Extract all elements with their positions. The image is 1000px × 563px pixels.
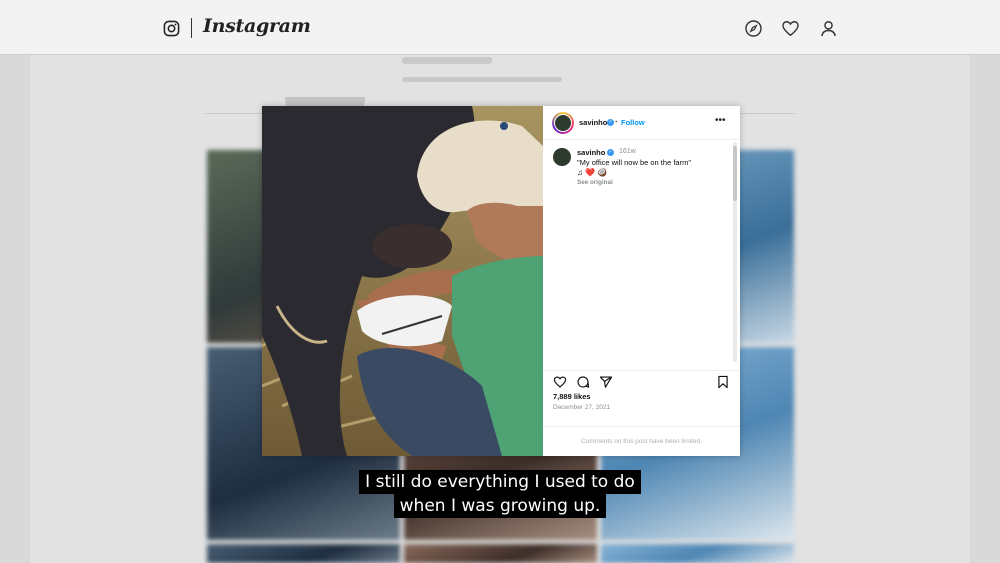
grid-post-tile[interactable] bbox=[601, 544, 794, 563]
subtitle-text: I still do everything I used to do bbox=[359, 470, 641, 494]
comment-icon[interactable] bbox=[576, 375, 590, 389]
heart-icon[interactable] bbox=[781, 19, 800, 38]
like-heart-icon[interactable] bbox=[553, 375, 567, 389]
share-icon[interactable] bbox=[599, 375, 613, 389]
grid-post-tile[interactable] bbox=[404, 544, 597, 563]
header-separator: • bbox=[615, 117, 618, 126]
top-nav-bar: Instagram bbox=[0, 0, 1000, 55]
author-avatar[interactable] bbox=[552, 112, 574, 134]
save-bookmark-icon[interactable] bbox=[716, 375, 730, 389]
verified-badge-icon: ✓ bbox=[607, 119, 614, 126]
explore-icon[interactable] bbox=[744, 19, 763, 38]
logo-divider bbox=[191, 18, 192, 38]
follow-button[interactable]: Follow bbox=[621, 118, 645, 127]
faded-text-line bbox=[402, 57, 492, 64]
post-sidebar: savinho ✓ • Follow ••• savinho ✓ 161w "M… bbox=[543, 106, 740, 456]
avatar-image bbox=[554, 114, 572, 132]
scrollbar-thumb[interactable] bbox=[733, 146, 737, 201]
instagram-wordmark[interactable]: Instagram bbox=[203, 15, 311, 37]
likes-count[interactable]: 7,889 likes bbox=[553, 392, 591, 401]
caption-time-ago: 161w bbox=[619, 148, 636, 155]
caption-emojis: ♫ ❤️ 🥥 bbox=[577, 168, 608, 177]
farm-milking-photo bbox=[262, 106, 543, 456]
faded-text-line bbox=[402, 77, 562, 82]
post-date: December 27, 2021 bbox=[553, 404, 611, 411]
post-actions-bar bbox=[543, 370, 740, 390]
subtitle-text: when I was growing up. bbox=[393, 494, 607, 518]
see-original-link[interactable]: See original bbox=[577, 179, 613, 186]
subtitle-line-1: I still do everything I used to do bbox=[0, 470, 1000, 494]
verified-badge-icon: ✓ bbox=[607, 149, 614, 156]
caption-avatar[interactable] bbox=[553, 148, 571, 166]
post-header: savinho ✓ • Follow ••• bbox=[543, 106, 740, 140]
profile-icon[interactable] bbox=[819, 19, 838, 38]
comments-limited-notice: Comments on this post have been limited. bbox=[543, 426, 740, 456]
grid-post-tile[interactable] bbox=[207, 544, 400, 563]
caption-username[interactable]: savinho bbox=[577, 148, 605, 157]
instagram-logo-icon[interactable] bbox=[163, 20, 180, 37]
post-photo[interactable] bbox=[262, 106, 543, 456]
subtitle-line-2: when I was growing up. bbox=[0, 494, 1000, 518]
author-username[interactable]: savinho bbox=[579, 118, 607, 127]
post-modal: savinho ✓ • Follow ••• savinho ✓ 161w "M… bbox=[262, 106, 740, 456]
more-options-icon[interactable]: ••• bbox=[715, 115, 726, 126]
caption-text: "My office will now be on the farm" bbox=[577, 158, 691, 167]
comments-scrollbar[interactable] bbox=[733, 142, 737, 362]
